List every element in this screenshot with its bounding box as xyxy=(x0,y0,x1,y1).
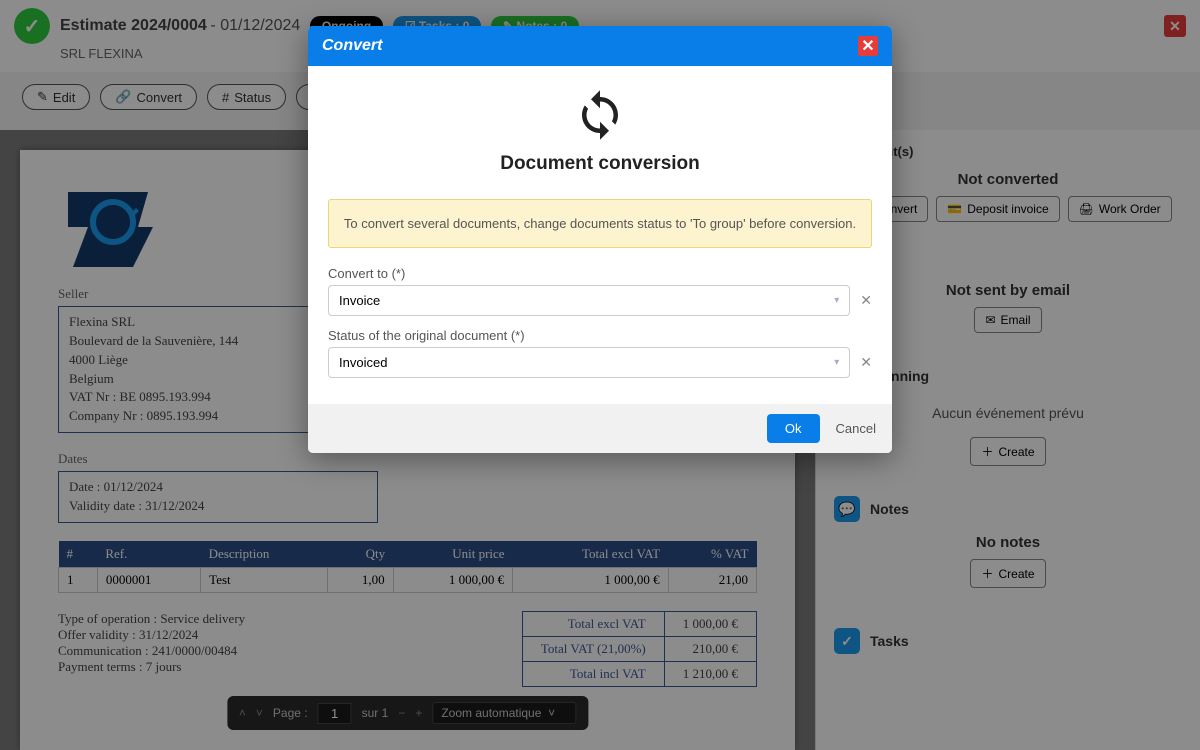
status-original-select[interactable]: Invoiced▾ xyxy=(328,347,850,378)
status-original-label: Status of the original document (*) xyxy=(328,328,872,343)
chevron-down-icon: ▾ xyxy=(834,357,839,368)
modal-header-title: Convert xyxy=(322,37,382,55)
clear-convert-to-button[interactable]: ✕ xyxy=(860,292,872,309)
cycle-icon xyxy=(328,88,872,145)
convert-to-select[interactable]: Invoice▾ xyxy=(328,285,850,316)
modal-header: Convert ✕ xyxy=(308,26,892,66)
ok-button[interactable]: Ok xyxy=(767,414,820,443)
chevron-down-icon: ▾ xyxy=(834,295,839,306)
clear-status-button[interactable]: ✕ xyxy=(860,354,872,371)
cancel-button[interactable]: Cancel xyxy=(836,421,876,436)
modal-close-button[interactable]: ✕ xyxy=(858,36,878,56)
modal-title: Document conversion xyxy=(328,153,872,175)
convert-modal: Convert ✕ Document conversion To convert… xyxy=(308,26,892,453)
modal-alert: To convert several documents, change doc… xyxy=(328,199,872,248)
modal-footer: Ok Cancel xyxy=(308,404,892,453)
convert-to-label: Convert to (*) xyxy=(328,266,872,281)
